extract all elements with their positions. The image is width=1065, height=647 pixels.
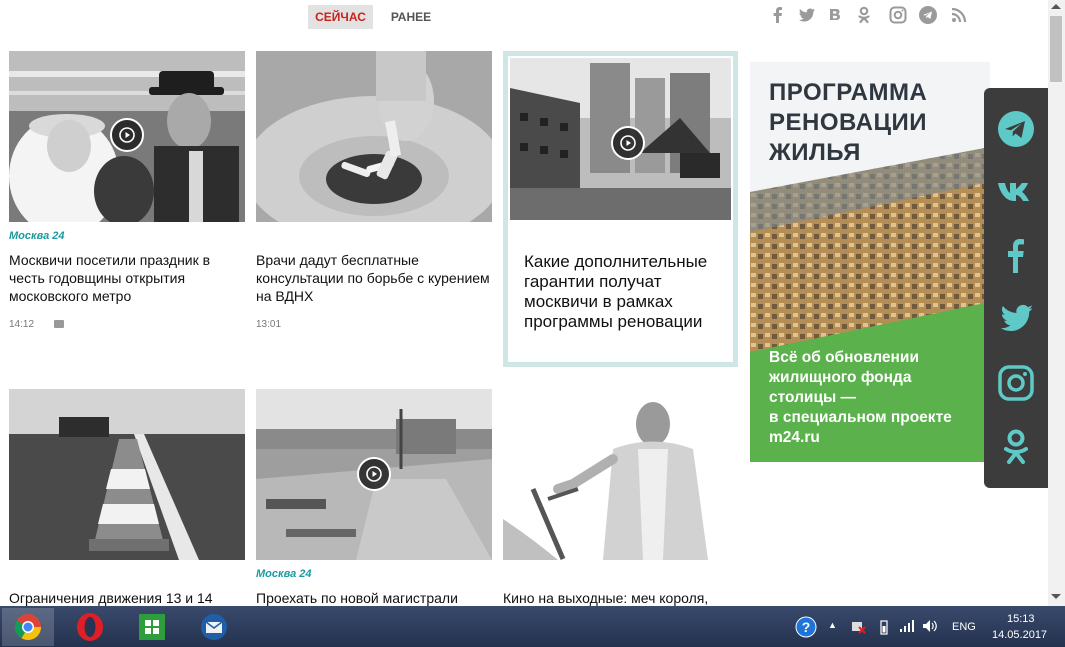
video-icon (54, 320, 64, 328)
news-title[interactable]: Кино на выходные: меч короля, (503, 589, 739, 607)
odnoklassniki-icon[interactable] (854, 5, 874, 25)
news-image-demolition[interactable] (510, 58, 731, 220)
tab-now[interactable]: СЕЙЧАС (308, 5, 373, 29)
language-indicator[interactable]: ENG (952, 621, 976, 633)
svg-text:?: ? (802, 619, 811, 635)
news-image-movie[interactable] (503, 389, 738, 560)
help-icon[interactable]: ? (795, 616, 817, 638)
news-image-highway[interactable] (256, 389, 492, 560)
news-image-metro[interactable] (9, 51, 245, 222)
featured-card[interactable]: Какие дополнительные гарантии получат мо… (503, 51, 738, 367)
taskbar-app-chrome[interactable] (2, 608, 54, 646)
vertical-scrollbar[interactable] (1048, 0, 1065, 606)
network-error-icon[interactable] (850, 619, 866, 635)
news-image-ashtray[interactable] (256, 51, 492, 222)
featured-title[interactable]: Какие дополнительные гарантии получат мо… (524, 252, 724, 332)
news-source: Москва 24 (256, 568, 312, 580)
facebook-icon[interactable] (996, 235, 1036, 275)
telegram-icon[interactable] (996, 109, 1036, 149)
banner-text-line: жилищного фонда (769, 369, 912, 386)
opera-icon (77, 613, 103, 641)
telegram-icon[interactable] (918, 5, 938, 25)
scroll-down-icon[interactable] (1051, 594, 1061, 599)
news-time: 13:01 (256, 319, 282, 330)
rss-icon[interactable] (949, 5, 969, 25)
windows-store-icon (139, 614, 165, 640)
news-image-road[interactable] (9, 389, 245, 560)
banner-text-line: Всё об обновлении (769, 349, 919, 366)
play-icon[interactable] (110, 118, 144, 152)
scroll-thumb[interactable] (1050, 16, 1062, 82)
vk-icon[interactable] (826, 5, 846, 25)
clock-date[interactable]: 14.05.2017 (992, 629, 1047, 641)
play-icon[interactable] (611, 126, 645, 160)
news-title[interactable]: Москвичи посетили праздник в честь годов… (9, 251, 245, 305)
windows-taskbar: ? ▲ ENG 15:13 14.05.2017 (0, 606, 1065, 647)
banner-text-line: столицы — (769, 389, 857, 406)
banner-title-line: РЕНОВАЦИИ (769, 109, 928, 136)
scroll-up-icon[interactable] (1051, 4, 1061, 9)
chrome-icon (14, 614, 42, 641)
clock-time[interactable]: 15:13 (1007, 613, 1035, 625)
news-time: 14:12 (9, 319, 35, 330)
taskbar-app-opera[interactable] (64, 608, 116, 646)
twitter-icon[interactable] (797, 5, 817, 25)
volume-icon[interactable] (922, 619, 938, 633)
vk-icon[interactable] (996, 171, 1036, 211)
facebook-icon[interactable] (768, 5, 788, 25)
banner-text-line: m24.ru (769, 429, 820, 446)
thunderbird-icon (201, 614, 227, 640)
banner-title-line: ПРОГРАММА (769, 79, 928, 106)
battery-icon[interactable] (879, 619, 889, 635)
banner-text-line: в специальном проекте (769, 409, 952, 426)
tray-expand-icon[interactable]: ▲ (828, 620, 837, 630)
instagram-icon[interactable] (996, 363, 1036, 403)
news-title[interactable]: Врачи дадут бесплатные консультации по б… (256, 251, 492, 305)
odnoklassniki-icon[interactable] (996, 427, 1036, 467)
news-source: Москва 24 (9, 230, 65, 242)
news-title[interactable]: Проехать по новой магистрали (256, 589, 492, 607)
instagram-icon[interactable] (888, 5, 908, 25)
twitter-icon[interactable] (996, 299, 1036, 339)
banner-title-line: ЖИЛЬЯ (769, 139, 861, 166)
taskbar-app-thunderbird[interactable] (188, 608, 240, 646)
play-icon[interactable] (357, 457, 391, 491)
tab-earlier[interactable]: РАНЕЕ (380, 5, 442, 29)
taskbar-app-store[interactable] (126, 608, 178, 646)
news-title[interactable]: Ограничения движения 13 и 14 (9, 589, 245, 607)
signal-icon[interactable] (899, 619, 915, 633)
renovation-banner[interactable]: ПРОГРАММА РЕНОВАЦИИ ЖИЛЬЯ Всё об обновле… (750, 62, 990, 462)
side-social-panel (984, 88, 1048, 488)
